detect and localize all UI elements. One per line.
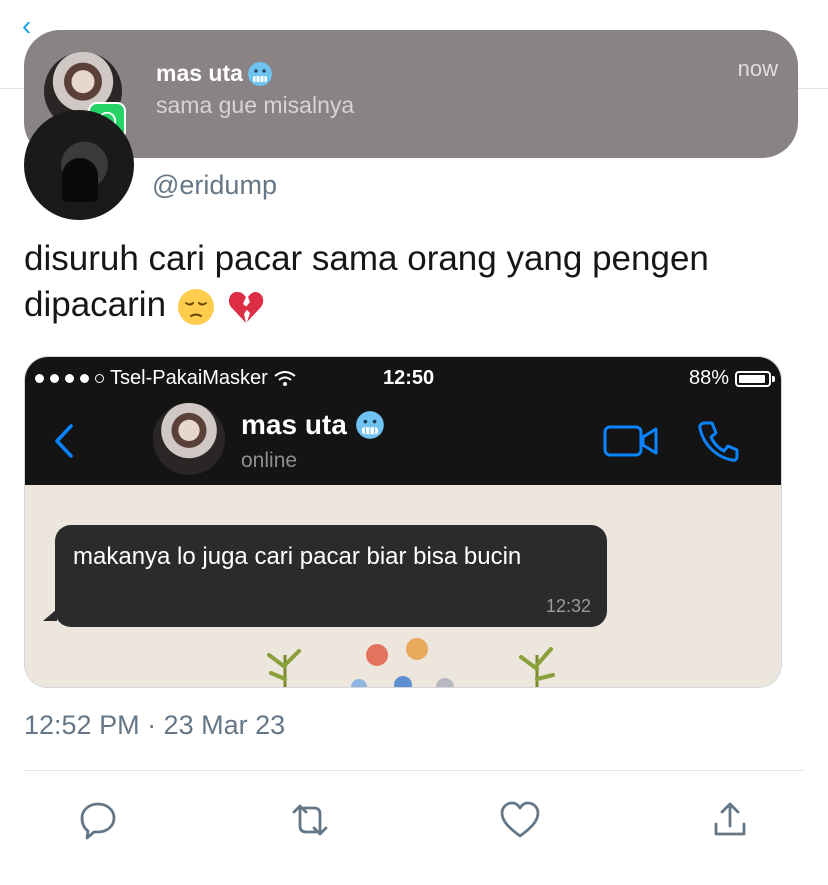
tweet-actions <box>0 796 828 852</box>
status-clock: 12:50 <box>383 367 435 389</box>
wifi-icon <box>274 370 296 386</box>
notification-time: now <box>737 56 778 81</box>
phone-call-icon[interactable] <box>697 419 741 463</box>
share-button[interactable] <box>706 796 754 844</box>
actions-divider <box>24 770 804 771</box>
chat-area: makanya lo juga cari pacar biar bisa buc… <box>25 485 781 687</box>
notification-message: sama gue misalnya <box>156 92 355 118</box>
carrier-name: Tsel-PakaiMasker <box>110 367 268 389</box>
notification-banner[interactable]: mas uta sama gue misalnya now <box>24 30 798 158</box>
battery-percent: 88% <box>688 367 729 389</box>
message-text: makanya lo juga cari pacar biar bisa buc… <box>73 543 522 570</box>
message-time: 12:32 <box>545 596 591 616</box>
retweet-button[interactable] <box>286 796 334 844</box>
share-icon <box>714 802 746 836</box>
tweet-text: disuruh cari pacar sama orang yang penge… <box>24 236 814 328</box>
notification-sender: mas uta <box>156 60 273 87</box>
wallpaper-flowers <box>267 638 555 687</box>
battery-icon <box>735 370 775 387</box>
carrier-indicator: Tsel-PakaiMasker <box>35 367 296 390</box>
contact-status: online <box>241 449 298 472</box>
reply-icon <box>80 802 116 840</box>
video-call-icon[interactable] <box>603 423 659 459</box>
signal-dot <box>65 374 74 383</box>
status-bar: Tsel-PakaiMasker 12:50 88% <box>35 367 775 393</box>
signal-dot <box>35 374 44 383</box>
tweet-body: disuruh cari pacar sama orang yang penge… <box>24 239 709 324</box>
heart-icon <box>500 801 540 838</box>
contact-name-row[interactable]: mas uta <box>241 409 385 441</box>
broken-heart-emoji-icon <box>228 291 263 323</box>
contact-name: mas uta <box>241 409 347 440</box>
retweet-icon <box>292 804 328 836</box>
chat-header: Tsel-PakaiMasker 12:50 88% mas uta onlin… <box>25 357 781 485</box>
like-button[interactable] <box>496 796 544 844</box>
attached-screenshot[interactable]: Tsel-PakaiMasker 12:50 88% mas uta onlin… <box>24 356 782 688</box>
battery-indicator: 88% <box>688 367 775 390</box>
reply-button[interactable] <box>74 796 122 844</box>
signal-dot <box>50 374 59 383</box>
tweet-timestamp[interactable]: 12:52 PM · 23 Mar 23 <box>24 710 285 741</box>
signal-dot-empty <box>95 374 104 383</box>
notification-sender-name: mas uta <box>156 60 243 86</box>
cold-face-emoji-icon <box>247 61 272 86</box>
back-chevron-icon[interactable]: ‹ <box>22 12 38 40</box>
contact-avatar[interactable] <box>153 403 225 475</box>
author-handle[interactable]: @eridump <box>152 170 277 201</box>
pensive-face-emoji-icon <box>177 288 214 325</box>
author-avatar[interactable] <box>24 110 134 220</box>
cold-face-emoji-icon <box>355 411 384 439</box>
chat-back-icon[interactable] <box>53 423 75 459</box>
signal-dot <box>80 374 89 383</box>
message-bubble[interactable]: makanya lo juga cari pacar biar bisa buc… <box>43 525 607 627</box>
